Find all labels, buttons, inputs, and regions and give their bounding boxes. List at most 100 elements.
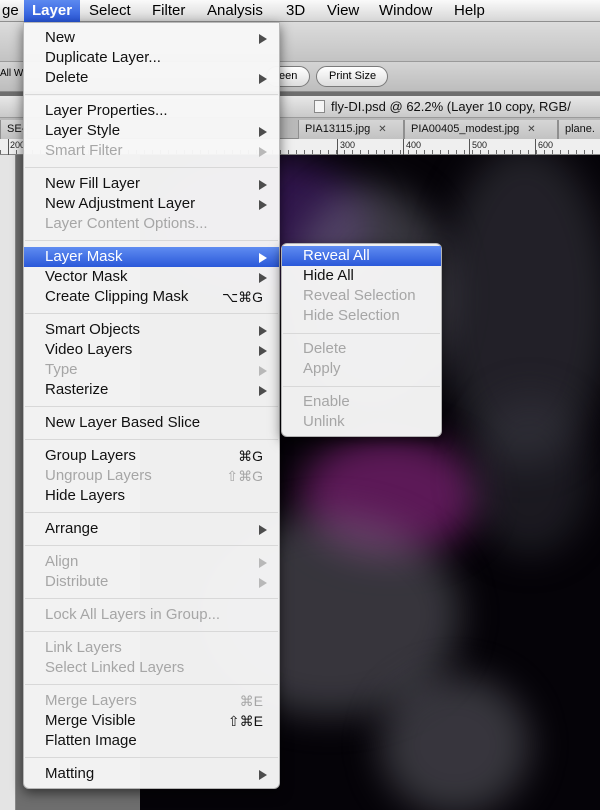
tab-plane[interactable]: plane. <box>558 120 600 139</box>
submenu-item-reveal-selection: Reveal Selection <box>303 287 416 304</box>
submenu-arrow-icon <box>259 180 267 190</box>
menu-separator <box>25 757 278 758</box>
submenu-arrow-icon <box>259 127 267 137</box>
menu-separator <box>25 439 278 440</box>
menu-item-flatten-image[interactable]: Flatten Image <box>24 731 279 751</box>
menu-item-layer-properties[interactable]: Layer Properties... <box>24 101 279 121</box>
tab-pia00405[interactable]: PIA00405_modest.jpg ✕ <box>404 120 558 139</box>
menu-analysis[interactable]: Analysis <box>200 0 270 22</box>
menu-item-type: Type <box>24 360 279 380</box>
menu-item-smart-objects[interactable]: Smart Objects <box>24 320 279 340</box>
menu-separator <box>283 333 440 334</box>
document-title: fly-DI.psd @ 62.2% (Layer 10 copy, RGB/ <box>314 98 571 116</box>
menu-separator <box>25 598 278 599</box>
menu-item-layer-mask[interactable]: Layer Mask <box>24 247 279 267</box>
menu-item-rasterize[interactable]: Rasterize <box>24 380 279 400</box>
shortcut-label: ⌘G <box>238 448 263 464</box>
menu-item-link-layers: Link Layers <box>45 639 122 656</box>
ruler-label: 400 <box>406 140 422 150</box>
submenu-item-delete: Delete <box>303 340 347 357</box>
vertical-ruler <box>0 155 16 810</box>
menu-item-ungroup-layers: Ungroup Layers ⇧⌘G <box>45 467 263 484</box>
menu-separator <box>25 684 278 685</box>
submenu-arrow-icon <box>259 386 267 396</box>
ruler-label: 600 <box>538 140 554 150</box>
menu-item-hide-layers[interactable]: Hide Layers <box>24 486 279 506</box>
menu-3d[interactable]: 3D <box>279 0 312 22</box>
menu-separator <box>25 545 278 546</box>
submenu-item-reveal-all[interactable]: Reveal All <box>282 246 441 266</box>
layer-menu: New Duplicate Layer... Delete Layer Prop… <box>23 22 280 789</box>
menu-item-merge-visible[interactable]: Merge Visible ⇧⌘E <box>24 711 279 731</box>
submenu-arrow-icon <box>259 253 267 263</box>
submenu-arrow-icon <box>259 346 267 356</box>
submenu-arrow-icon <box>259 326 267 336</box>
menu-item-group-layers[interactable]: Group Layers ⌘G <box>24 446 279 466</box>
submenu-item-unlink: Unlink <box>303 413 345 430</box>
menu-item-select-linked-layers: Select Linked Layers <box>45 659 185 676</box>
submenu-arrow-icon <box>259 74 267 84</box>
document-title-text: fly-DI.psd @ 62.2% (Layer 10 copy, RGB/ <box>331 99 571 114</box>
ruler-label: 500 <box>472 140 488 150</box>
menu-item-duplicate-layer[interactable]: Duplicate Layer... <box>24 48 279 68</box>
menu-separator <box>25 94 278 95</box>
submenu-item-apply: Apply <box>303 360 341 377</box>
menu-separator <box>25 406 278 407</box>
menu-item-new[interactable]: New <box>24 28 279 48</box>
menu-select[interactable]: Select <box>82 0 138 22</box>
menu-item-delete[interactable]: Delete <box>24 68 279 88</box>
layer-mask-submenu: Reveal All Hide All Reveal Selection Hid… <box>281 243 442 437</box>
submenu-item-hide-all[interactable]: Hide All <box>282 266 441 286</box>
menu-item-arrange[interactable]: Arrange <box>24 519 279 539</box>
menu-filter[interactable]: Filter <box>145 0 192 22</box>
shortcut-label: ⇧⌘G <box>226 468 263 484</box>
menu-item-layer-style[interactable]: Layer Style <box>24 121 279 141</box>
close-icon[interactable]: ✕ <box>527 124 535 135</box>
menu-image[interactable]: ge <box>0 0 26 22</box>
print-size-button[interactable]: Print Size <box>316 66 388 87</box>
menu-item-distribute: Distribute <box>24 572 279 592</box>
menu-item-new-adjustment-layer[interactable]: New Adjustment Layer <box>24 194 279 214</box>
menu-item-new-fill-layer[interactable]: New Fill Layer <box>24 174 279 194</box>
submenu-arrow-icon <box>259 273 267 283</box>
menu-item-layer-content-options: Layer Content Options... <box>45 215 208 232</box>
menu-item-align: Align <box>24 552 279 572</box>
menu-item-new-layer-based-slice[interactable]: New Layer Based Slice <box>24 413 279 433</box>
menu-separator <box>25 631 278 632</box>
menu-separator <box>25 313 278 314</box>
submenu-arrow-icon <box>259 525 267 535</box>
submenu-arrow-icon <box>259 578 267 588</box>
close-icon[interactable]: ✕ <box>378 124 386 135</box>
menu-item-matting[interactable]: Matting <box>24 764 279 784</box>
submenu-arrow-icon <box>259 200 267 210</box>
submenu-item-hide-selection: Hide Selection <box>303 307 400 324</box>
menu-help[interactable]: Help <box>447 0 492 22</box>
menu-layer[interactable]: Layer <box>24 0 80 22</box>
menu-item-create-clipping-mask[interactable]: Create Clipping Mask ⌥⌘G <box>24 287 279 307</box>
tab-pia13115[interactable]: PIA13115.jpg ✕ <box>298 120 404 139</box>
submenu-arrow-icon <box>259 558 267 568</box>
document-icon <box>314 100 325 113</box>
menu-bar: ge Layer Select Filter Analysis 3D View … <box>0 0 600 22</box>
menu-item-video-layers[interactable]: Video Layers <box>24 340 279 360</box>
menu-separator <box>25 167 278 168</box>
menu-separator <box>25 240 278 241</box>
submenu-arrow-icon <box>259 147 267 157</box>
menu-item-merge-layers: Merge Layers ⌘E <box>45 692 263 709</box>
options-checkbox-label[interactable]: All W <box>0 68 23 79</box>
menu-item-lock-all-layers: Lock All Layers in Group... <box>45 606 221 623</box>
submenu-arrow-icon <box>259 34 267 44</box>
menu-window[interactable]: Window <box>372 0 439 22</box>
shortcut-label: ⌘E <box>239 693 263 709</box>
menu-view[interactable]: View <box>320 0 366 22</box>
menu-item-smart-filter: Smart Filter <box>24 141 279 161</box>
ruler-label: 300 <box>340 140 356 150</box>
menu-item-vector-mask[interactable]: Vector Mask <box>24 267 279 287</box>
menu-separator <box>25 512 278 513</box>
shortcut-label: ⌥⌘G <box>221 289 263 305</box>
submenu-arrow-icon <box>259 366 267 376</box>
submenu-arrow-icon <box>259 770 267 780</box>
shortcut-label: ⇧⌘E <box>227 713 263 729</box>
menu-separator <box>283 386 440 387</box>
submenu-item-enable: Enable <box>303 393 350 410</box>
